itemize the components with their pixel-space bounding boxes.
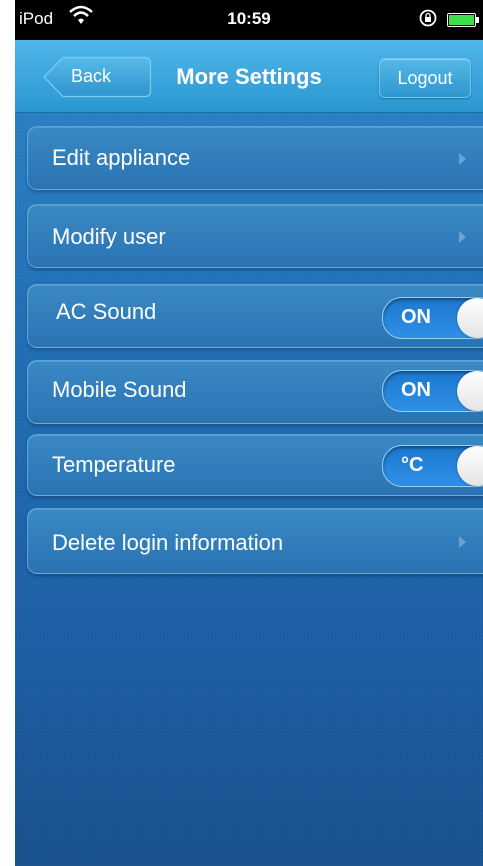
edit-appliance-label: Edit appliance [52,145,191,170]
toggle-state-label: °C [401,454,424,476]
chevron-right-icon [459,231,466,243]
toggle-knob [457,298,483,338]
temperature-row: Temperature °C [27,434,483,496]
back-label: Back [71,66,112,86]
toggle-state-label: ON [401,306,431,328]
chevron-right-icon [459,153,466,165]
mobile-sound-toggle[interactable]: ON [382,370,483,412]
modify-user-label: Modify user [52,224,166,249]
logout-button[interactable]: Logout [379,58,471,98]
delete-login-label: Delete login information [52,530,284,555]
toggle-knob [457,371,483,411]
status-bar: iPod 10:59 [15,0,483,40]
rotation-lock-icon [419,9,437,27]
mobile-sound-label: Mobile Sound [52,377,187,402]
navigation-bar: Back More Settings Logout [15,40,483,113]
mobile-sound-row: Mobile Sound ON [27,360,483,424]
edit-appliance-row[interactable]: Edit appliance [27,126,483,190]
temperature-label: Temperature [52,452,176,477]
toggle-state-label: ON [401,379,431,401]
ac-sound-row: AC Sound ON [27,284,483,348]
clock: 10:59 [227,9,271,28]
delete-login-row[interactable]: Delete login information [27,508,483,574]
toggle-knob [457,446,483,486]
ac-sound-label: AC Sound [56,299,157,324]
modify-user-row[interactable]: Modify user [27,204,483,268]
battery-icon [447,13,479,27]
back-button[interactable]: Back [43,56,152,98]
temperature-unit-toggle[interactable]: °C [382,445,483,487]
ac-sound-toggle[interactable]: ON [382,297,483,339]
chevron-right-icon [459,536,466,548]
app-screen: iPod 10:59 Back More Settings Logout Edi… [15,0,483,866]
